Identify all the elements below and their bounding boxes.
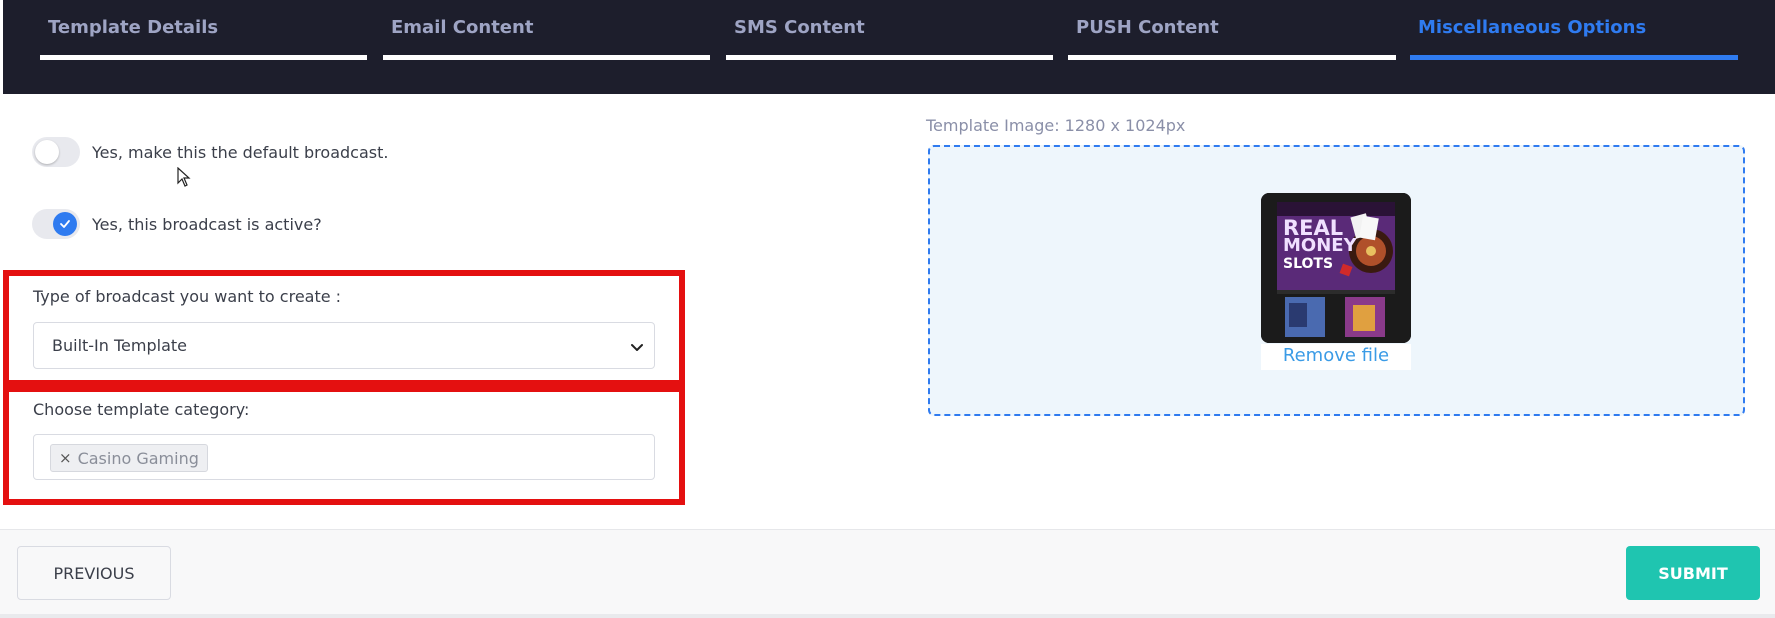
tab-sms-content[interactable]: SMS Content — [726, 0, 1053, 62]
thumbnail-text-money: MONEY — [1283, 235, 1357, 256]
remove-file-link[interactable]: Remove file — [1261, 344, 1411, 370]
tab-label: Email Content — [391, 17, 534, 38]
toggle-knob — [53, 212, 77, 236]
template-category-label: Choose template category: — [33, 400, 250, 419]
thumbnail-text-slots: SLOTS — [1283, 256, 1334, 272]
tab-label: Template Details — [48, 17, 219, 38]
wizard-footer — [0, 529, 1775, 618]
tab-label: SMS Content — [734, 17, 865, 38]
template-image-label: Template Image: 1280 x 1024px — [926, 116, 1186, 135]
chevron-down-icon — [631, 344, 643, 351]
active-broadcast-toggle[interactable] — [32, 209, 80, 239]
tab-underline-active — [1410, 55, 1738, 60]
tab-underline — [40, 55, 367, 60]
default-broadcast-label: Yes, make this the default broadcast. — [92, 142, 389, 162]
tab-push-content[interactable]: PUSH Content — [1068, 0, 1396, 62]
category-tag: × Casino Gaming — [50, 444, 208, 472]
checkmark-icon — [60, 220, 70, 228]
tab-underline — [1068, 55, 1396, 60]
tab-underline — [383, 55, 710, 60]
mouse-cursor-icon — [177, 167, 191, 187]
tab-label: Miscellaneous Options — [1418, 17, 1647, 38]
tab-label: PUSH Content — [1076, 17, 1219, 38]
submit-button[interactable]: SUBMIT — [1626, 546, 1760, 600]
broadcast-type-select[interactable]: Built-In Template — [33, 322, 655, 369]
tab-template-details[interactable]: Template Details — [40, 0, 367, 62]
template-category-multiselect[interactable]: × Casino Gaming — [33, 434, 655, 480]
tab-email-content[interactable]: Email Content — [383, 0, 710, 62]
tab-underline — [726, 55, 1053, 60]
previous-button[interactable]: PREVIOUS — [17, 546, 171, 600]
broadcast-type-label: Type of broadcast you want to create : — [33, 287, 342, 306]
category-tag-label: Casino Gaming — [77, 448, 199, 468]
toggle-knob — [35, 140, 59, 164]
default-broadcast-toggle[interactable] — [32, 137, 80, 167]
tag-remove-icon[interactable]: × — [59, 449, 72, 467]
wizard-tab-bar: Template Details Email Content SMS Conte… — [3, 0, 1775, 94]
active-broadcast-label: Yes, this broadcast is active? — [92, 214, 322, 234]
broadcast-type-selected-value: Built-In Template — [52, 336, 188, 355]
default-broadcast-toggle-row: Yes, make this the default broadcast. — [32, 137, 388, 167]
thumbnail-headline: REAL MONEY SLOTS — [1283, 218, 1363, 273]
template-image-thumbnail: REAL MONEY SLOTS — [1261, 193, 1411, 343]
active-broadcast-toggle-row: Yes, this broadcast is active? — [32, 209, 322, 239]
footer-divider — [0, 614, 1775, 618]
tab-miscellaneous-options[interactable]: Miscellaneous Options — [1410, 0, 1738, 62]
